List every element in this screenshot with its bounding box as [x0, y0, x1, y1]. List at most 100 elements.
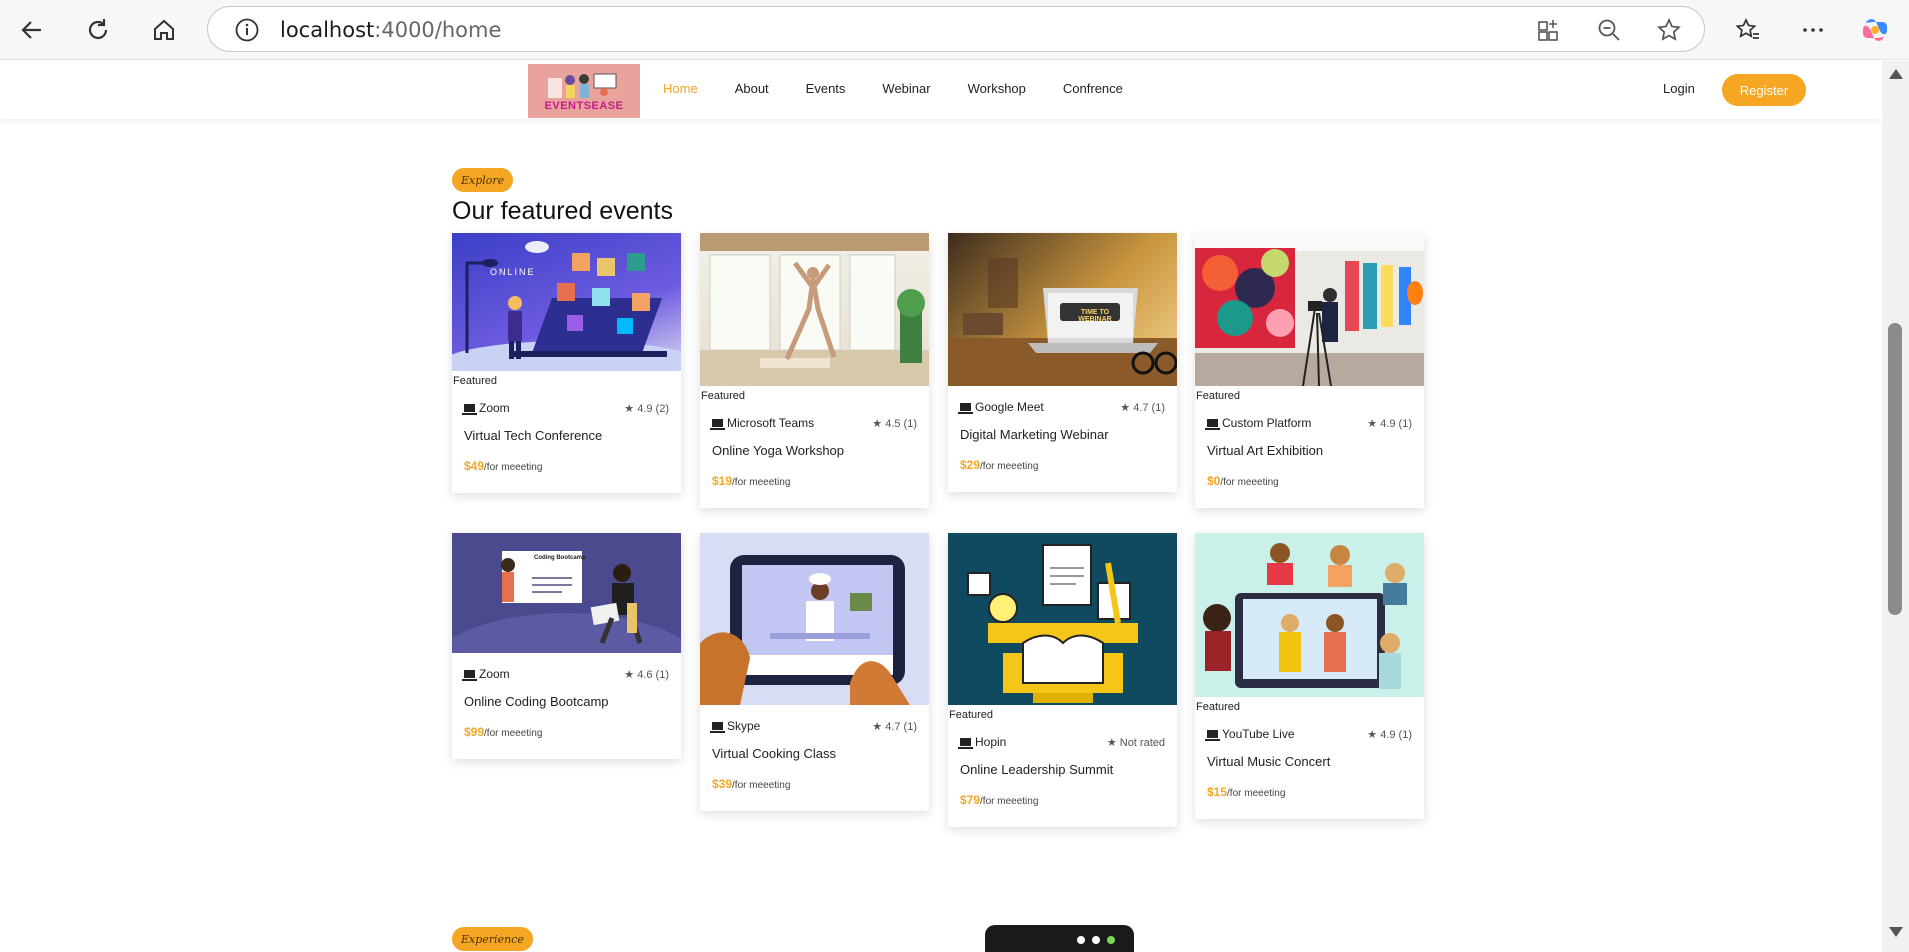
event-title[interactable]: Online Leadership Summit: [948, 762, 1177, 777]
featured-label: Featured: [453, 375, 498, 387]
event-card[interactable]: Featured YouTube Live ★ 4.9 (1) Virtual M…: [1195, 533, 1424, 819]
page-viewport: EVENTSEASE Home About Events Webinar Wor…: [0, 61, 1882, 952]
featured-label: Featured: [701, 390, 746, 402]
event-image: [700, 533, 929, 705]
event-title[interactable]: Virtual Music Concert: [1195, 754, 1424, 769]
section-title: Our featured events: [452, 197, 673, 225]
favorite-star-icon[interactable]: [1656, 17, 1682, 48]
rating: ★ 4.7 (1): [872, 720, 917, 733]
event-title[interactable]: Virtual Cooking Class: [700, 746, 929, 761]
platform: Custom Platform: [1205, 416, 1311, 430]
image-caption: TIME TO WEBINAR: [1078, 309, 1112, 323]
url-text: localhost:4000/home: [280, 18, 502, 42]
event-title[interactable]: Virtual Art Exhibition: [1195, 443, 1424, 458]
event-price: $19/for meeeting: [712, 474, 791, 488]
rating: ★ 4.5 (1): [872, 417, 917, 430]
laptop-icon: [1205, 730, 1220, 741]
star-icon: ★: [624, 402, 635, 415]
rating: ★ 4.9 (1): [1367, 417, 1412, 430]
event-title[interactable]: Online Coding Bootcamp: [452, 694, 681, 709]
event-image: Coding Bootcamp: [452, 533, 681, 653]
site-info-icon[interactable]: [234, 17, 260, 48]
platform: Google Meet: [958, 400, 1044, 414]
event-title[interactable]: Virtual Tech Conference: [452, 428, 681, 443]
more-menu-icon[interactable]: [1793, 10, 1833, 50]
zoom-out-icon[interactable]: [1596, 17, 1622, 48]
event-card[interactable]: Featured Microsoft Teams ★ 4.5 (1) Online…: [700, 233, 929, 508]
event-image: [1195, 233, 1424, 386]
event-card[interactable]: ONLINE Featured Zoom ★ 4.9 (2) Virtual Te…: [452, 233, 681, 493]
main-nav: Home About Events Webinar Workshop Confr…: [663, 81, 1160, 96]
featured-label: Featured: [1196, 390, 1241, 402]
experience-badge: Experience: [452, 927, 533, 951]
nav-events[interactable]: Events: [806, 81, 846, 96]
image-caption: Coding Bootcamp: [534, 555, 586, 561]
image-caption: ONLINE: [490, 267, 536, 277]
platform: Skype: [710, 719, 760, 733]
star-icon: ★: [1106, 736, 1117, 749]
event-card[interactable]: Coding Bootcamp Zoom ★ 4.6 (1) Online Cod…: [452, 533, 681, 759]
rating: ★ 4.9 (1): [1367, 728, 1412, 741]
page-scrollbar[interactable]: [1882, 61, 1909, 952]
laptop-icon: [710, 722, 725, 733]
star-icon: ★: [1367, 417, 1378, 430]
event-price: $49/for meeeting: [464, 459, 543, 473]
event-price: $39/for meeeting: [712, 777, 791, 791]
copilot-icon[interactable]: [1855, 10, 1895, 50]
platform: Microsoft Teams: [710, 416, 814, 430]
scroll-down-arrow-icon[interactable]: [1889, 927, 1903, 937]
platform: Zoom: [462, 667, 510, 681]
rating: ★ 4.6 (1): [624, 668, 669, 681]
event-card[interactable]: Featured Custom Platform ★ 4.9 (1) Virtua…: [1195, 233, 1424, 508]
laptop-icon: [1205, 419, 1220, 430]
back-icon[interactable]: [12, 10, 52, 50]
favorites-icon[interactable]: [1728, 10, 1768, 50]
star-icon: ★: [872, 417, 883, 430]
rating: ★ Not rated: [1106, 736, 1165, 749]
site-header: EVENTSEASE Home About Events Webinar Wor…: [0, 61, 1882, 119]
event-title[interactable]: Digital Marketing Webinar: [948, 427, 1177, 442]
event-image: TIME TO WEBINAR: [948, 233, 1177, 386]
scroll-up-arrow-icon[interactable]: [1889, 69, 1903, 79]
nav-webinar[interactable]: Webinar: [882, 81, 930, 96]
event-image: [948, 533, 1177, 705]
register-button[interactable]: Register: [1722, 74, 1806, 106]
site-logo[interactable]: EVENTSEASE: [528, 64, 640, 118]
device-illustration: [985, 925, 1134, 952]
star-icon: ★: [1367, 728, 1378, 741]
rating: ★ 4.9 (2): [624, 402, 669, 415]
event-price: $0/for meeeting: [1207, 474, 1279, 488]
event-image: [1195, 533, 1424, 697]
nav-workshop[interactable]: Workshop: [968, 81, 1026, 96]
star-icon: ★: [872, 720, 883, 733]
star-icon: ★: [1120, 401, 1131, 414]
logo-text: EVENTSEASE: [544, 100, 624, 112]
nav-confrence[interactable]: Confrence: [1063, 81, 1123, 96]
login-link[interactable]: Login: [1663, 81, 1695, 96]
logo-illustration: [548, 73, 617, 98]
featured-label: Featured: [949, 709, 994, 721]
scrollbar-thumb[interactable]: [1888, 323, 1902, 615]
featured-label: Featured: [1196, 701, 1241, 713]
browser-toolbar: localhost:4000/home: [0, 0, 1909, 60]
nav-home[interactable]: Home: [663, 81, 698, 96]
event-card[interactable]: Featured Hopin ★ Not rated Online Leaders…: [948, 533, 1177, 827]
event-card[interactable]: Skype ★ 4.7 (1) Virtual Cooking Class $39…: [700, 533, 929, 811]
laptop-icon: [958, 403, 973, 414]
home-icon[interactable]: [144, 10, 184, 50]
event-title[interactable]: Online Yoga Workshop: [700, 443, 929, 458]
event-card[interactable]: TIME TO WEBINAR Google Meet ★ 4.7 (1) Dig…: [948, 233, 1177, 492]
address-bar[interactable]: localhost:4000/home: [207, 6, 1705, 52]
event-price: $79/for meeeting: [960, 793, 1039, 807]
laptop-icon: [958, 738, 973, 749]
event-price: $15/for meeeting: [1207, 785, 1286, 799]
app-grid-icon[interactable]: [1536, 17, 1562, 48]
laptop-icon: [462, 670, 477, 681]
platform: YouTube Live: [1205, 727, 1295, 741]
nav-about[interactable]: About: [735, 81, 769, 96]
refresh-icon[interactable]: [78, 10, 118, 50]
laptop-icon: [462, 404, 477, 415]
rating: ★ 4.7 (1): [1120, 401, 1165, 414]
platform: Zoom: [462, 401, 510, 415]
star-icon: ★: [624, 668, 635, 681]
